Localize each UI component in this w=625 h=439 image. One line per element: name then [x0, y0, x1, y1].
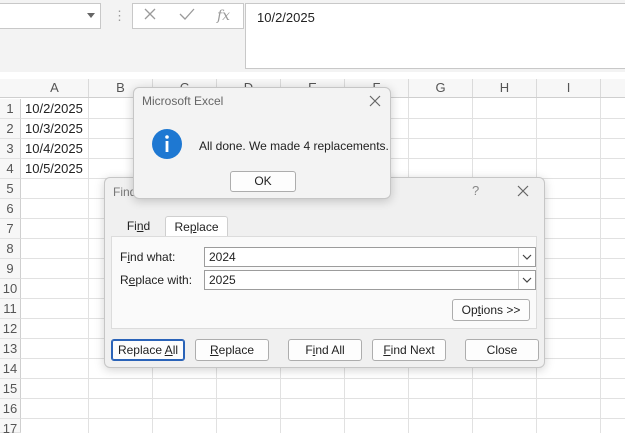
replace-button[interactable]: Replace: [195, 339, 269, 361]
row-header[interactable]: 8: [0, 239, 21, 259]
info-icon: [151, 128, 183, 160]
cell-a1[interactable]: 10/2/2025: [22, 99, 83, 119]
find-what-value[interactable]: 2024: [209, 250, 236, 264]
row-header[interactable]: 15: [0, 379, 21, 399]
message-box-title: Microsoft Excel: [142, 94, 224, 108]
find-what-combo[interactable]: 2024: [204, 247, 536, 267]
chevron-down-icon[interactable]: [518, 271, 535, 289]
row-header[interactable]: 10: [0, 279, 21, 299]
row-header[interactable]: 14: [0, 359, 21, 379]
row-header[interactable]: 12: [0, 319, 21, 339]
formula-bar-area: ⋮ fx 10/2/2025: [0, 0, 625, 72]
cell-a3[interactable]: 10/4/2025: [22, 139, 83, 159]
message-box: Microsoft Excel All done. We made 4 repl…: [133, 87, 391, 199]
row-header[interactable]: 13: [0, 339, 21, 359]
column-header-a[interactable]: A: [21, 79, 89, 97]
replace-with-value[interactable]: 2025: [209, 273, 236, 287]
row-header[interactable]: 7: [0, 219, 21, 239]
tab-replace[interactable]: Replace: [165, 216, 228, 236]
ok-button[interactable]: OK: [230, 171, 296, 192]
row-header[interactable]: 9: [0, 259, 21, 279]
insert-function-icon[interactable]: fx: [217, 8, 230, 24]
find-replace-dialog: Find and Replace ? Find Replace Find wha…: [104, 177, 545, 368]
close-icon[interactable]: [366, 92, 384, 110]
row-header[interactable]: 11: [0, 299, 21, 319]
row-header[interactable]: 1: [0, 99, 21, 119]
chevron-down-icon[interactable]: [518, 248, 535, 266]
options-button[interactable]: Options >>: [452, 299, 530, 321]
find-next-button[interactable]: Find Next: [372, 339, 446, 361]
column-header-i[interactable]: I: [537, 79, 601, 97]
row-header[interactable]: 17: [0, 419, 21, 436]
help-button[interactable]: ?: [472, 183, 479, 198]
drag-handle-icon[interactable]: ⋮: [113, 8, 126, 24]
row-header[interactable]: 2: [0, 119, 21, 139]
close-button[interactable]: Close: [465, 339, 539, 361]
row-header[interactable]: 4: [0, 159, 21, 179]
formula-input[interactable]: 10/2/2025: [245, 3, 625, 69]
replace-with-label: Replace with:: [120, 273, 193, 287]
cancel-icon[interactable]: [143, 7, 157, 24]
find-what-label: Find what:: [120, 250, 176, 264]
name-box[interactable]: [0, 3, 101, 29]
formula-buttons: fx: [132, 3, 244, 29]
row-header[interactable]: 3: [0, 139, 21, 159]
replace-with-combo[interactable]: 2025: [204, 270, 536, 290]
row-header[interactable]: 5: [0, 179, 21, 199]
replace-tab-panel: Find what: 2024 Replace with: 2025 Optio…: [111, 236, 537, 329]
enter-check-icon[interactable]: [179, 7, 195, 24]
row-header[interactable]: 6: [0, 199, 21, 219]
tab-find[interactable]: Find: [111, 216, 166, 236]
cell-a2[interactable]: 10/3/2025: [22, 119, 83, 139]
close-icon[interactable]: [512, 180, 534, 202]
replace-all-button[interactable]: Replace All: [111, 339, 185, 361]
message-text: All done. We made 4 replacements.: [199, 139, 389, 153]
chevron-down-icon[interactable]: [87, 13, 95, 18]
column-header-h[interactable]: H: [473, 79, 537, 97]
find-all-button[interactable]: Find All: [288, 339, 362, 361]
column-header-g[interactable]: G: [409, 79, 473, 97]
row-header[interactable]: 16: [0, 399, 21, 419]
cell-a4[interactable]: 10/5/2025: [22, 159, 83, 179]
